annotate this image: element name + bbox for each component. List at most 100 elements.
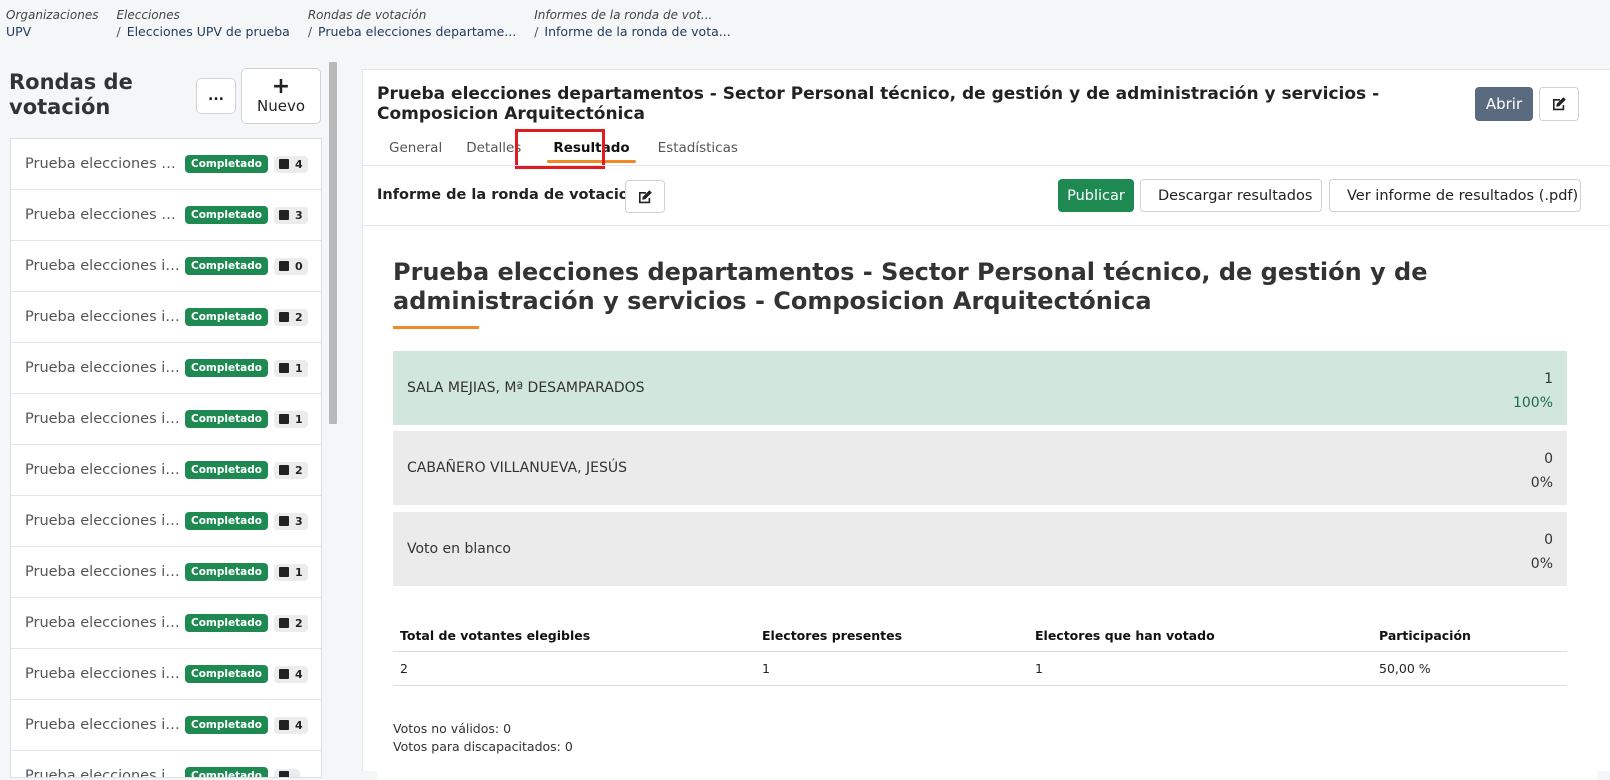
edit-round-button[interactable] <box>1539 87 1579 121</box>
status-badge: Completado <box>185 767 268 777</box>
list-item[interactable]: Prueba elecciones ins... Completado 2 <box>11 598 321 649</box>
breadcrumb-link-text[interactable]: Elecciones UPV de prueba <box>127 24 290 39</box>
list-item[interactable]: Prueba elecciones ins... Completado 0 <box>11 241 321 292</box>
breadcrumb-label: Informes de la ronda de vot... <box>534 8 713 22</box>
report-count-value: 4 <box>294 667 303 681</box>
round-name: Prueba elecciones ins... <box>25 258 183 274</box>
chart-icon <box>278 159 289 169</box>
download-results-label: Descargar resultados <box>1158 187 1313 204</box>
table-row: 2 1 1 50,00 % <box>393 652 1567 686</box>
round-name: Prueba elecciones ins... <box>25 360 183 376</box>
list-item[interactable]: Prueba elecciones ins... Completado 1 <box>11 343 321 394</box>
list-item[interactable]: Prueba elecciones ins... Completado 2 <box>11 292 321 343</box>
status-badge: Completado <box>185 512 268 530</box>
tab-statistics[interactable]: Estadísticas <box>646 135 750 161</box>
candidate-percent: 0% <box>1530 475 1553 491</box>
report-count-value: 1 <box>294 565 303 579</box>
breadcrumb-current: / Informe de la ronda de vota... <box>534 23 730 41</box>
table-cell: 50,00 % <box>1379 661 1431 676</box>
breadcrumb-organizations[interactable]: Organizaciones UPV <box>6 7 98 43</box>
chart-icon <box>278 669 289 679</box>
sidebar-title: Rondas de votación <box>9 70 133 119</box>
download-results-button[interactable]: Descargar resultados <box>1140 179 1322 212</box>
open-round-button[interactable]: Abrir <box>1475 87 1533 121</box>
candidate-name: CABAÑERO VILLANUEVA, JESÚS <box>407 460 627 476</box>
list-item[interactable]: Prueba elecciones ins... Completado 4 <box>11 700 321 751</box>
status-badge: Completado <box>185 716 268 734</box>
candidate-result-row: Voto en blanco 0 0% <box>393 512 1567 586</box>
report-count: 4 <box>273 155 308 173</box>
chart-icon <box>278 618 289 628</box>
report-count: 1 <box>273 359 308 377</box>
publish-button[interactable]: Publicar <box>1058 179 1134 212</box>
new-round-label: Nuevo <box>256 97 305 115</box>
breadcrumb-separator: / <box>307 24 313 39</box>
tab-general[interactable]: General <box>377 135 454 161</box>
list-item[interactable]: Prueba elecciones ins... Completado 4 <box>11 649 321 700</box>
round-name: Prueba elecciones ins... <box>25 309 183 325</box>
breadcrumb-link-text[interactable]: Prueba elecciones departame... <box>318 24 516 39</box>
candidate-votes: 1 <box>1544 371 1553 387</box>
rounds-sidebar: Rondas de votación ... + Nuevo Prueba el… <box>0 58 330 778</box>
column-header: Participación <box>1379 628 1471 643</box>
report-toolbar-title: Informe de la ronda de votaciones <box>377 187 658 203</box>
chart-icon <box>278 363 289 373</box>
breadcrumb-reports[interactable]: Informes de la ronda de vot... / Informe … <box>534 7 730 43</box>
breadcrumb-link[interactable]: / Prueba elecciones departame... <box>308 23 516 41</box>
new-round-button[interactable]: + Nuevo <box>241 68 321 124</box>
report-count-value: 4 <box>294 157 303 171</box>
more-options-button[interactable]: ... <box>196 78 236 114</box>
breadcrumb-current-text: Informe de la ronda de vota... <box>544 24 731 39</box>
report-count-value: 2 <box>294 310 303 324</box>
ellipsis-icon: ... <box>208 88 224 104</box>
chart-icon <box>278 771 289 777</box>
report-toolbar: Informe de la ronda de votaciones Public… <box>363 166 1610 226</box>
breadcrumb: Organizaciones UPV Elecciones / Eleccione… <box>6 7 737 43</box>
column-header: Total de votantes elegibles <box>400 628 591 643</box>
column-header: Electores que han votado <box>1035 628 1215 643</box>
list-item[interactable]: Prueba elecciones ins... Completado 2 <box>11 445 321 496</box>
report-count: 4 <box>273 665 308 683</box>
round-name: Prueba elecciones ins... <box>25 666 183 682</box>
status-badge: Completado <box>185 359 268 377</box>
list-item[interactable]: Prueba elecciones de... Completado 3 <box>11 190 321 241</box>
chart-icon <box>278 567 289 577</box>
edit-icon <box>639 189 652 203</box>
status-badge: Completado <box>185 461 268 479</box>
edit-report-button[interactable] <box>625 180 665 213</box>
report-count: 2 <box>273 614 308 632</box>
round-name: Prueba elecciones de... <box>25 207 183 223</box>
list-item[interactable]: Prueba elecciones de... Completado 4 <box>11 139 321 190</box>
view-pdf-report-button[interactable]: Ver informe de resultados (.pdf) <box>1329 179 1581 212</box>
table-cell: 2 <box>400 661 408 676</box>
round-detail-panel: Prueba elecciones departamentos - Sector… <box>362 69 1610 780</box>
report-count-value: 4 <box>294 718 303 732</box>
list-item[interactable]: Prueba elecciones ins... Completado <box>11 751 321 777</box>
breadcrumb-elections[interactable]: Elecciones / Elecciones UPV de prueba <box>116 7 289 43</box>
sidebar-scrollbar[interactable] <box>329 62 337 424</box>
candidate-numbers: 0 0% <box>1531 528 1553 576</box>
candidate-name: Voto en blanco <box>407 541 511 557</box>
list-item[interactable]: Prueba elecciones ins... Completado 1 <box>11 547 321 598</box>
candidate-votes: 0 <box>1544 451 1553 467</box>
view-pdf-label: Ver informe de resultados (.pdf) <box>1347 187 1579 204</box>
turnout-table: Total de votantes elegibles Electores pr… <box>393 620 1567 686</box>
status-badge: Completado <box>185 665 268 683</box>
list-item[interactable]: Prueba elecciones ins... Completado 1 <box>11 394 321 445</box>
candidate-numbers: 1 100% <box>1513 367 1553 415</box>
status-badge: Completado <box>185 410 268 428</box>
report-count-value: 2 <box>294 463 303 477</box>
round-name: Prueba elecciones ins... <box>25 513 183 529</box>
breadcrumb-link[interactable]: UPV <box>6 23 98 41</box>
report-count <box>273 769 300 777</box>
breadcrumb-rounds[interactable]: Rondas de votación / Prueba elecciones de… <box>308 7 516 43</box>
report-count-value: 3 <box>294 208 303 222</box>
status-badge: Completado <box>185 614 268 632</box>
list-item[interactable]: Prueba elecciones ins... Completado 3 <box>11 496 321 547</box>
round-name: Prueba elecciones de... <box>25 156 183 172</box>
report-count: 1 <box>273 563 308 581</box>
edit-icon <box>1553 97 1566 111</box>
round-name: Prueba elecciones ins... <box>25 615 183 631</box>
breadcrumb-link[interactable]: / Elecciones UPV de prueba <box>116 23 289 41</box>
vote-notes: Votos no válidos: 0 Votos para discapaci… <box>393 720 573 756</box>
